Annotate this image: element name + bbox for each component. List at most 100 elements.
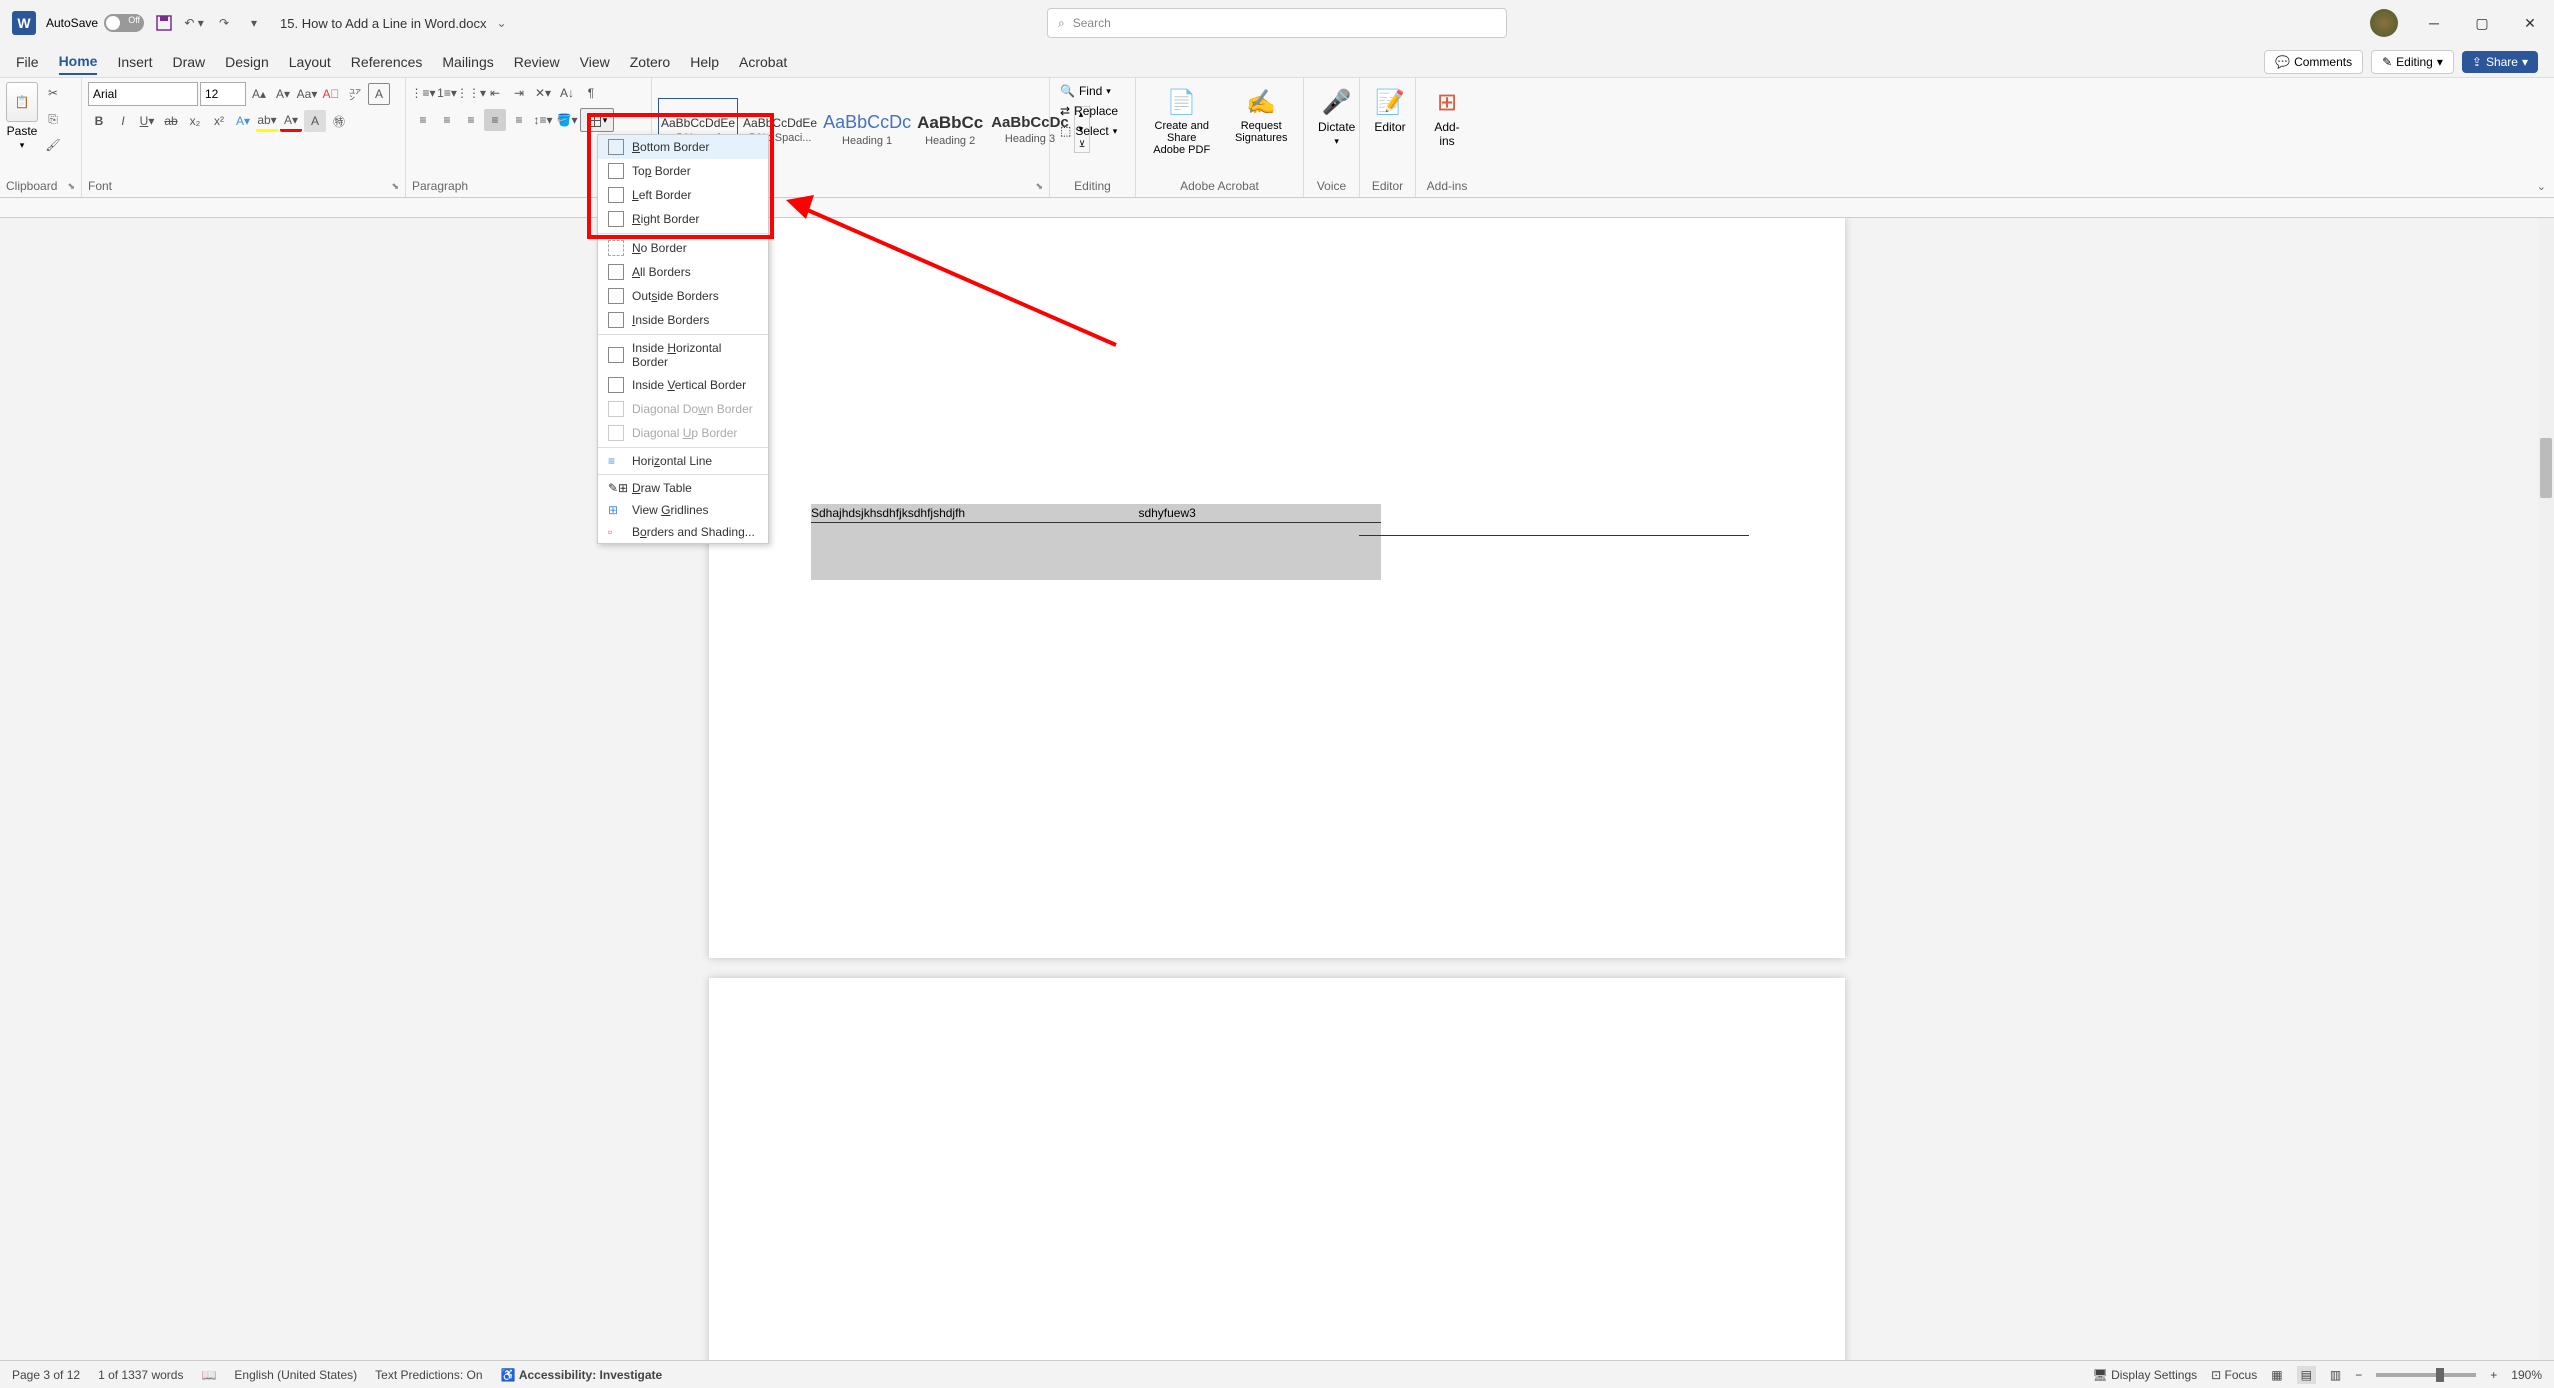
tab-mailings[interactable]: Mailings (442, 50, 493, 74)
cut-icon[interactable]: ✂ (42, 82, 64, 104)
text-effects-icon[interactable]: A▾ (232, 110, 254, 132)
tab-insert[interactable]: Insert (117, 50, 152, 74)
page[interactable]: Sdhajhdsjkhsdhfjksdhfjshdjfh sdhyfuew3 (709, 218, 1845, 958)
menu-top-border[interactable]: Top Border (598, 159, 768, 183)
tab-home[interactable]: Home (59, 49, 98, 75)
increase-indent-icon[interactable]: ⇥ (508, 82, 530, 104)
page-indicator[interactable]: Page 3 of 12 (12, 1368, 80, 1382)
paste-label[interactable]: Paste (7, 124, 38, 138)
text-predictions[interactable]: Text Predictions: On (375, 1368, 482, 1382)
dialog-launcher-icon[interactable]: ⬊ (391, 181, 399, 192)
display-settings[interactable]: 🖥 Display Settings (2093, 1368, 2198, 1382)
asian-layout-icon[interactable]: ✕▾ (532, 82, 554, 104)
maximize-button[interactable]: ▢ (2470, 11, 2494, 35)
bullets-icon[interactable]: ⋮≡▾ (412, 82, 434, 104)
sort-icon[interactable]: A↓ (556, 82, 578, 104)
font-size-select[interactable] (200, 82, 246, 106)
menu-borders-shading[interactable]: ▫Borders and Shading... (598, 521, 768, 543)
tab-draw[interactable]: Draw (172, 50, 205, 74)
tab-layout[interactable]: Layout (289, 50, 331, 74)
comments-button[interactable]: 💬 Comments (2264, 50, 2363, 74)
char-border-icon[interactable]: A (368, 83, 390, 105)
zoom-slider[interactable] (2376, 1373, 2476, 1377)
paste-icon[interactable]: 📋 (6, 82, 38, 122)
menu-outside-borders[interactable]: Outside Borders (598, 284, 768, 308)
minimize-button[interactable]: ─ (2422, 11, 2446, 35)
subscript-icon[interactable]: x₂ (184, 110, 206, 132)
language-indicator[interactable]: English (United States) (234, 1368, 357, 1382)
menu-inside-vertical[interactable]: Inside Vertical Border (598, 373, 768, 397)
tab-view[interactable]: View (580, 50, 610, 74)
align-left-icon[interactable]: ≡ (412, 109, 434, 131)
char-shading-icon[interactable]: A (304, 110, 326, 132)
scrollbar-thumb[interactable] (2540, 438, 2552, 498)
editor-button[interactable]: 📝 Editor (1366, 82, 1414, 138)
highlight-icon[interactable]: ab▾ (256, 110, 278, 132)
menu-all-borders[interactable]: All Borders (598, 260, 768, 284)
selected-text[interactable]: Sdhajhdsjkhsdhfjksdhfjshdjfh sdhyfuew3 (811, 504, 1381, 580)
menu-horizontal-line[interactable]: ≡Horizontal Line (598, 450, 768, 472)
save-icon[interactable] (154, 13, 174, 33)
print-layout-icon[interactable]: ▤ (2297, 1366, 2316, 1384)
dialog-launcher-icon[interactable]: ⬊ (67, 181, 75, 192)
change-case-icon[interactable]: Aa▾ (296, 83, 318, 105)
undo-icon[interactable]: ↶ ▾ (184, 13, 204, 33)
share-button[interactable]: ⇪ Share ▾ (2462, 51, 2538, 73)
spell-check-icon[interactable]: 📖 (201, 1368, 216, 1382)
dialog-launcher-icon[interactable]: ⬊ (1035, 181, 1043, 192)
font-color-icon[interactable]: A▾ (280, 110, 302, 132)
menu-left-border[interactable]: Left Border (598, 183, 768, 207)
tab-file[interactable]: File (16, 50, 39, 74)
word-count[interactable]: 1 of 1337 words (98, 1368, 183, 1382)
copy-icon[interactable]: ⎘ (42, 108, 64, 130)
line-spacing-icon[interactable]: ↕≡▾ (532, 109, 554, 131)
align-right-icon[interactable]: ≡ (460, 109, 482, 131)
tab-references[interactable]: References (351, 50, 423, 74)
create-pdf-button[interactable]: 📄 Create and Share Adobe PDF (1142, 82, 1221, 160)
tab-help[interactable]: Help (690, 50, 719, 74)
italic-icon[interactable]: I (112, 110, 134, 132)
tab-acrobat[interactable]: Acrobat (739, 50, 787, 74)
menu-inside-horizontal[interactable]: Inside Horizontal Border (598, 337, 768, 373)
close-button[interactable]: ✕ (2518, 11, 2542, 35)
show-marks-icon[interactable]: ¶ (580, 82, 602, 104)
zoom-out-icon[interactable]: − (2355, 1368, 2362, 1382)
zoom-in-icon[interactable]: + (2490, 1368, 2497, 1382)
replace-button[interactable]: ⇄Replace (1056, 102, 1122, 120)
menu-draw-table[interactable]: ✎⊞Draw Table (598, 477, 768, 499)
focus-mode[interactable]: ⊡ Focus (2211, 1368, 2257, 1382)
align-center-icon[interactable]: ≡ (436, 109, 458, 131)
grow-font-icon[interactable]: A▴ (248, 83, 270, 105)
zoom-level[interactable]: 190% (2511, 1368, 2542, 1382)
chevron-down-icon[interactable]: ▾ (20, 140, 25, 151)
autosave-toggle[interactable]: AutoSave Off (46, 14, 144, 32)
decrease-indent-icon[interactable]: ⇤ (484, 82, 506, 104)
read-mode-icon[interactable]: ▦ (2271, 1368, 2282, 1382)
user-avatar[interactable] (2370, 9, 2398, 37)
enclose-char-icon[interactable]: ㊕ (328, 110, 350, 132)
dictate-button[interactable]: 🎤 Dictate ▾ (1310, 82, 1363, 151)
shading-icon[interactable]: 🪣▾ (556, 109, 578, 131)
bold-icon[interactable]: B (88, 110, 110, 132)
tab-review[interactable]: Review (514, 50, 560, 74)
accessibility-checker[interactable]: ♿ Accessibility: Investigate (501, 1368, 663, 1382)
web-layout-icon[interactable]: ▥ (2330, 1368, 2341, 1382)
select-button[interactable]: ⬚Select▾ (1056, 122, 1121, 140)
addins-button[interactable]: ⊞ Add-ins (1422, 82, 1472, 152)
page[interactable] (709, 978, 1845, 1360)
menu-inside-borders[interactable]: Inside Borders (598, 308, 768, 332)
doc-dropdown-icon[interactable]: ⌄ (497, 16, 507, 30)
style-heading2[interactable]: AaBbCc Heading 2 (914, 98, 986, 162)
menu-right-border[interactable]: Right Border (598, 207, 768, 231)
format-painter-icon[interactable]: 🖌 (42, 134, 64, 156)
menu-view-gridlines[interactable]: ⊞View Gridlines (598, 499, 768, 521)
font-name-select[interactable] (88, 82, 198, 106)
clear-format-icon[interactable]: A⃠ (320, 83, 342, 105)
strikethrough-icon[interactable]: ab (160, 110, 182, 132)
horizontal-ruler[interactable] (0, 198, 2554, 218)
multilevel-icon[interactable]: ⋮⋮▾ (460, 82, 482, 104)
request-signatures-button[interactable]: ✍ Request Signatures (1225, 82, 1297, 148)
qat-customize-icon[interactable]: ▾ (244, 13, 264, 33)
find-button[interactable]: 🔍Find▾ (1056, 82, 1115, 100)
vertical-scrollbar[interactable] (2538, 218, 2554, 1360)
